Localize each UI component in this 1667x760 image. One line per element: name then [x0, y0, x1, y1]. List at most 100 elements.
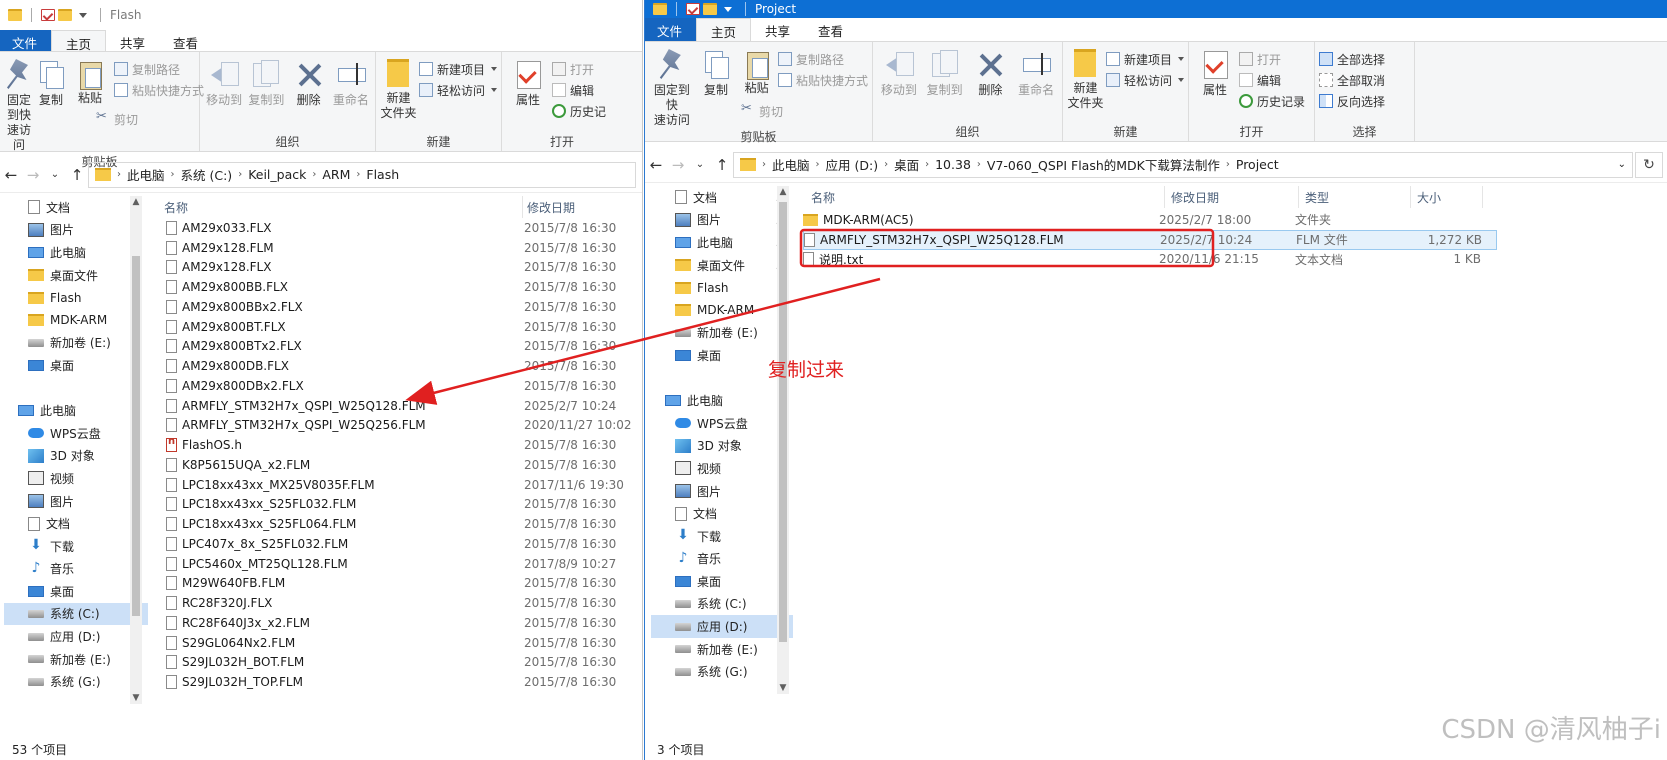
nav-item[interactable]: 图片 — [4, 490, 148, 513]
chevron-right-icon[interactable]: › — [117, 169, 121, 180]
nav-item[interactable]: WPS云盘 — [4, 422, 148, 445]
breadcrumb-item[interactable]: V7-060_QSPI Flash的MDK下载算法制作 — [987, 155, 1220, 174]
nav-item[interactable]: MDK-ARM — [651, 299, 793, 322]
breadcrumb-item[interactable]: 此电脑 — [127, 165, 165, 184]
tab-home[interactable]: 主页 — [51, 30, 107, 52]
file-row[interactable]: ARMFLY_STM32H7x_QSPI_W25Q128.FLM 2025/2/7… — [166, 396, 642, 416]
chevron-right-icon[interactable]: › — [816, 159, 820, 170]
forward-arrow-icon[interactable]: → — [667, 156, 689, 174]
column-modified[interactable]: 修改日期 — [1165, 186, 1299, 208]
column-type[interactable]: 类型 — [1299, 186, 1411, 208]
file-row[interactable]: AM29x800DBx2.FLX 2015/7/8 16:30 — [166, 376, 642, 396]
pin-quick-access-button[interactable]: 固定到快 速访问 — [649, 46, 695, 128]
folder-icon[interactable] — [653, 3, 667, 15]
up-arrow-icon[interactable]: ↑ — [711, 156, 733, 174]
rename-button[interactable]: 重命名 — [331, 56, 371, 133]
copy-to-button[interactable]: 复制到 — [923, 46, 967, 123]
paste-shortcut-button[interactable]: 粘贴快捷方式 — [778, 71, 868, 89]
file-row[interactable]: AM29x800BBx2.FLX 2015/7/8 16:30 — [166, 297, 642, 317]
properties-button[interactable]: 属性 — [506, 56, 550, 133]
move-to-button[interactable]: 移动到 — [877, 46, 921, 123]
chevron-right-icon[interactable]: › — [925, 159, 929, 170]
move-to-button[interactable]: 移动到 — [204, 56, 244, 133]
history-button[interactable]: 历史记录 — [1239, 92, 1305, 110]
nav-item[interactable]: ♪ 音乐 — [651, 548, 793, 571]
new-folder-icon[interactable] — [58, 9, 72, 21]
nav-item[interactable]: 3D 对象 — [4, 445, 148, 468]
chevron-right-icon[interactable]: › — [884, 159, 888, 170]
nav-item[interactable]: 视频 — [4, 467, 148, 490]
nav-item[interactable]: 此电脑📌 — [4, 241, 148, 264]
breadcrumb-item[interactable]: 10.38 — [935, 157, 971, 172]
file-row[interactable]: AM29x800BB.FLX 2015/7/8 16:30 — [166, 277, 642, 297]
scroll-up-icon[interactable]: ▲ — [130, 196, 142, 208]
up-arrow-icon[interactable]: ↑ — [66, 166, 88, 184]
scroll-down-icon[interactable]: ▼ — [777, 682, 789, 694]
nav-item[interactable]: 新加卷 (E:) — [651, 322, 793, 345]
new-folder-button[interactable]: 新建 文件夹 — [1067, 46, 1104, 123]
recent-dropdown-icon[interactable]: ⌄ — [689, 159, 711, 170]
history-button[interactable]: 历史记 — [552, 102, 606, 120]
chevron-right-icon[interactable]: › — [356, 169, 360, 180]
customize-toolbar-icon[interactable] — [724, 6, 732, 12]
nav-item[interactable]: 文档 — [4, 512, 148, 535]
file-row[interactable]: S29GL064Nx2.FLM 2015/7/8 16:30 — [166, 633, 642, 653]
file-row[interactable]: LPC18xx43xx_S25FL064.FLM 2015/7/8 16:30 — [166, 514, 642, 534]
back-arrow-icon[interactable]: ← — [645, 156, 667, 174]
chevron-right-icon[interactable]: › — [977, 159, 981, 170]
new-item-button[interactable]: 新建项目 — [1105, 50, 1184, 68]
breadcrumb-item[interactable]: ARM — [322, 167, 350, 182]
open-button[interactable]: 打开 — [552, 60, 606, 78]
tab-file[interactable]: 文件 — [645, 18, 697, 41]
file-row[interactable]: AM29x128.FLX 2015/7/8 16:30 — [166, 258, 642, 278]
nav-item[interactable]: 新加卷 (E:) — [4, 648, 148, 671]
nav-item[interactable]: 图片📌 — [4, 219, 148, 242]
breadcrumb-item[interactable]: 桌面 — [894, 155, 919, 174]
file-row[interactable]: LPC5460x_MT25QL128.FLM 2017/8/9 10:27 — [166, 554, 642, 574]
nav-item[interactable]: 文档 — [651, 502, 793, 525]
nav-item[interactable]: 桌面 — [651, 570, 793, 593]
edit-button[interactable]: 编辑 — [552, 81, 606, 99]
breadcrumb-item[interactable]: 应用 (D:) — [826, 155, 879, 174]
select-all-button[interactable]: 全部选择 — [1319, 50, 1385, 68]
nav-item[interactable]: 桌面文件📌 — [4, 264, 148, 287]
nav-item[interactable]: 应用 (D:) — [4, 625, 148, 648]
chevron-right-icon[interactable]: › — [312, 169, 316, 180]
nav-item[interactable]: 系统 (G:) — [4, 670, 148, 693]
file-row[interactable]: AM29x033.FLX 2015/7/8 16:30 — [166, 218, 642, 238]
nav-scrollbar[interactable]: ▲ ▼ — [130, 196, 142, 704]
copy-path-button[interactable]: 复制路径 — [778, 50, 868, 68]
nav-item[interactable]: ♪ 音乐 — [4, 558, 148, 581]
address-dropdown-icon[interactable]: ⌄ — [1618, 159, 1626, 170]
nav-item[interactable]: 文档📌 — [651, 186, 793, 209]
paste-shortcut-button[interactable]: 粘贴快捷方式 — [114, 81, 204, 99]
chevron-right-icon[interactable]: › — [171, 169, 175, 180]
column-name[interactable]: 名称 — [797, 186, 1165, 208]
nav-item[interactable]: 系统 (G:) — [651, 660, 793, 683]
nav-item[interactable]: 此电脑📌 — [651, 231, 793, 254]
paste-button[interactable]: 粘贴 — [68, 56, 112, 106]
cut-button[interactable]: 剪切 — [96, 109, 138, 128]
properties-button[interactable]: 属性 — [1193, 46, 1237, 123]
folder-icon[interactable] — [8, 9, 22, 21]
address-bar[interactable]: › 此电脑 › 系统 (C:) › Keil_pack › ARM › Flas… — [88, 161, 636, 188]
nav-item[interactable]: Flash — [651, 276, 793, 299]
pin-quick-access-button[interactable]: 固定到快 速访问 — [4, 56, 34, 153]
new-folder-icon[interactable] — [703, 3, 717, 15]
nav-item[interactable]: 文档📌 — [4, 196, 148, 219]
copy-button[interactable]: 复制 — [697, 46, 736, 128]
customize-toolbar-icon[interactable] — [79, 12, 87, 18]
nav-item[interactable]: 视频 — [651, 457, 793, 480]
nav-item[interactable]: 此电脑 — [651, 389, 793, 412]
file-row[interactable]: M29W640FB.FLM 2015/7/8 16:30 — [166, 574, 642, 594]
properties-check-icon[interactable] — [41, 9, 55, 21]
column-name[interactable]: 名称 — [148, 196, 523, 218]
copy-to-button[interactable]: 复制到 — [246, 56, 286, 133]
breadcrumb-item[interactable]: 此电脑 — [772, 155, 810, 174]
nav-item[interactable]: ⬇ 下载 — [651, 525, 793, 548]
open-button[interactable]: 打开 — [1239, 50, 1305, 68]
nav-item[interactable]: 图片 — [651, 480, 793, 503]
nav-item[interactable]: 系统 (C:) — [4, 602, 148, 626]
easy-access-button[interactable]: 轻松访问 — [418, 81, 497, 99]
recent-dropdown-icon[interactable]: ⌄ — [44, 169, 66, 180]
